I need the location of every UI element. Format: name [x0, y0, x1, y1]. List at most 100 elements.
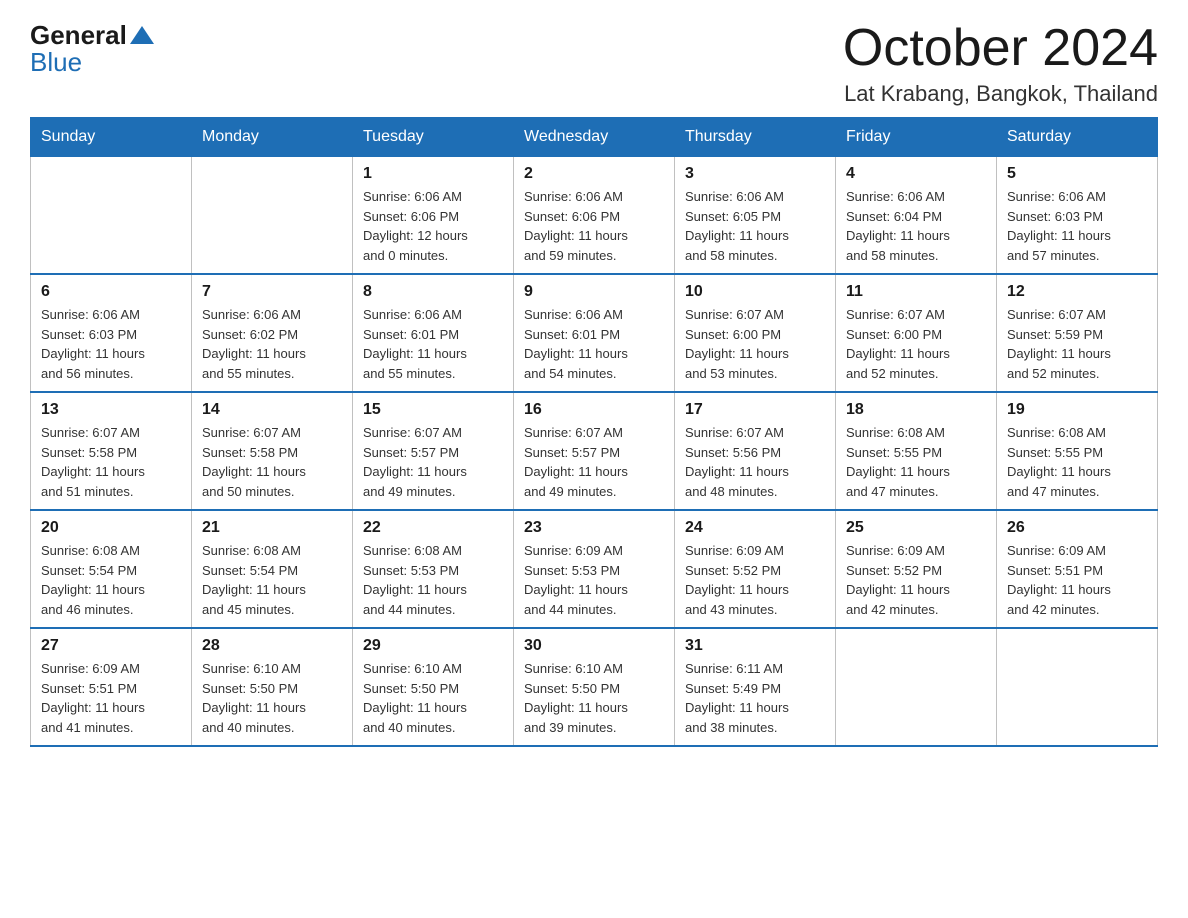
month-title: October 2024	[843, 20, 1158, 77]
day-info: Sunrise: 6:10 AM Sunset: 5:50 PM Dayligh…	[363, 659, 503, 737]
week-row-2: 13 Sunrise: 6:07 AM Sunset: 5:58 PM Dayli…	[31, 392, 1158, 510]
week-row-1: 6Sunrise: 6:06 AM Sunset: 6:03 PM Daylig…	[31, 274, 1158, 392]
day-number: 6	[41, 283, 181, 301]
day-info: Sunrise: 6:08 AM Sunset: 5:54 PM Dayligh…	[202, 541, 342, 619]
day-info: Sunrise: 6:09 AM Sunset: 5:51 PM Dayligh…	[1007, 541, 1147, 619]
day-number: 7	[202, 283, 342, 301]
logo: General Blue	[30, 20, 157, 78]
calendar-cell	[997, 628, 1158, 746]
day-number: 26	[1007, 519, 1147, 537]
day-number: 24	[685, 519, 825, 537]
day-number: 18	[846, 401, 986, 419]
calendar-cell: 4Sunrise: 6:06 AM Sunset: 6:04 PM Daylig…	[836, 157, 997, 275]
day-info: Sunrise: 6:06 AM Sunset: 6:06 PM Dayligh…	[363, 187, 503, 265]
weekday-friday: Friday	[836, 118, 997, 157]
calendar-cell: 6Sunrise: 6:06 AM Sunset: 6:03 PM Daylig…	[31, 274, 192, 392]
day-info: Sunrise: 6:06 AM Sunset: 6:03 PM Dayligh…	[1007, 187, 1147, 265]
day-info: Sunrise: 6:09 AM Sunset: 5:53 PM Dayligh…	[524, 541, 664, 619]
day-number: 4	[846, 165, 986, 183]
day-info: Sunrise: 6:06 AM Sunset: 6:01 PM Dayligh…	[363, 305, 503, 383]
calendar-cell: 22 Sunrise: 6:08 AM Sunset: 5:53 PM Dayli…	[353, 510, 514, 628]
day-info: Sunrise: 6:07 AM Sunset: 6:00 PM Dayligh…	[846, 305, 986, 383]
day-number: 19	[1007, 401, 1147, 419]
day-info: Sunrise: 6:10 AM Sunset: 5:50 PM Dayligh…	[524, 659, 664, 737]
day-info: Sunrise: 6:07 AM Sunset: 5:57 PM Dayligh…	[524, 423, 664, 501]
day-number: 17	[685, 401, 825, 419]
calendar-cell: 1 Sunrise: 6:06 AM Sunset: 6:06 PM Daylig…	[353, 157, 514, 275]
calendar-cell: 29 Sunrise: 6:10 AM Sunset: 5:50 PM Dayli…	[353, 628, 514, 746]
calendar-cell: 11 Sunrise: 6:07 AM Sunset: 6:00 PM Dayli…	[836, 274, 997, 392]
location-title: Lat Krabang, Bangkok, Thailand	[843, 81, 1158, 107]
calendar-cell: 5Sunrise: 6:06 AM Sunset: 6:03 PM Daylig…	[997, 157, 1158, 275]
day-info: Sunrise: 6:08 AM Sunset: 5:54 PM Dayligh…	[41, 541, 181, 619]
day-info: Sunrise: 6:11 AM Sunset: 5:49 PM Dayligh…	[685, 659, 825, 737]
calendar-cell: 30Sunrise: 6:10 AM Sunset: 5:50 PM Dayli…	[514, 628, 675, 746]
day-info: Sunrise: 6:06 AM Sunset: 6:01 PM Dayligh…	[524, 305, 664, 383]
calendar-cell: 3 Sunrise: 6:06 AM Sunset: 6:05 PM Daylig…	[675, 157, 836, 275]
week-row-4: 27Sunrise: 6:09 AM Sunset: 5:51 PM Dayli…	[31, 628, 1158, 746]
title-block: October 2024 Lat Krabang, Bangkok, Thail…	[843, 20, 1158, 107]
day-info: Sunrise: 6:08 AM Sunset: 5:55 PM Dayligh…	[1007, 423, 1147, 501]
day-info: Sunrise: 6:06 AM Sunset: 6:05 PM Dayligh…	[685, 187, 825, 265]
day-info: Sunrise: 6:08 AM Sunset: 5:55 PM Dayligh…	[846, 423, 986, 501]
day-number: 28	[202, 637, 342, 655]
calendar-cell: 23 Sunrise: 6:09 AM Sunset: 5:53 PM Dayli…	[514, 510, 675, 628]
day-number: 14	[202, 401, 342, 419]
day-info: Sunrise: 6:07 AM Sunset: 5:57 PM Dayligh…	[363, 423, 503, 501]
calendar-cell: 24 Sunrise: 6:09 AM Sunset: 5:52 PM Dayli…	[675, 510, 836, 628]
day-info: Sunrise: 6:06 AM Sunset: 6:02 PM Dayligh…	[202, 305, 342, 383]
calendar-cell: 26 Sunrise: 6:09 AM Sunset: 5:51 PM Dayli…	[997, 510, 1158, 628]
day-info: Sunrise: 6:07 AM Sunset: 5:59 PM Dayligh…	[1007, 305, 1147, 383]
day-info: Sunrise: 6:10 AM Sunset: 5:50 PM Dayligh…	[202, 659, 342, 737]
week-row-3: 20Sunrise: 6:08 AM Sunset: 5:54 PM Dayli…	[31, 510, 1158, 628]
calendar-cell: 7 Sunrise: 6:06 AM Sunset: 6:02 PM Daylig…	[192, 274, 353, 392]
day-number: 13	[41, 401, 181, 419]
day-number: 9	[524, 283, 664, 301]
calendar-cell: 25Sunrise: 6:09 AM Sunset: 5:52 PM Dayli…	[836, 510, 997, 628]
day-number: 16	[524, 401, 664, 419]
day-info: Sunrise: 6:09 AM Sunset: 5:52 PM Dayligh…	[846, 541, 986, 619]
calendar-cell: 12 Sunrise: 6:07 AM Sunset: 5:59 PM Dayli…	[997, 274, 1158, 392]
calendar-cell: 27Sunrise: 6:09 AM Sunset: 5:51 PM Dayli…	[31, 628, 192, 746]
day-number: 27	[41, 637, 181, 655]
weekday-monday: Monday	[192, 118, 353, 157]
weekday-thursday: Thursday	[675, 118, 836, 157]
logo-blue-text: Blue	[30, 47, 82, 78]
calendar-cell: 9 Sunrise: 6:06 AM Sunset: 6:01 PM Daylig…	[514, 274, 675, 392]
day-info: Sunrise: 6:07 AM Sunset: 5:58 PM Dayligh…	[41, 423, 181, 501]
weekday-saturday: Saturday	[997, 118, 1158, 157]
day-number: 2	[524, 165, 664, 183]
calendar-cell: 20Sunrise: 6:08 AM Sunset: 5:54 PM Dayli…	[31, 510, 192, 628]
logo-arrow-icon	[128, 22, 156, 50]
calendar-cell: 14 Sunrise: 6:07 AM Sunset: 5:58 PM Dayli…	[192, 392, 353, 510]
day-info: Sunrise: 6:09 AM Sunset: 5:52 PM Dayligh…	[685, 541, 825, 619]
day-number: 31	[685, 637, 825, 655]
calendar-cell: 17 Sunrise: 6:07 AM Sunset: 5:56 PM Dayli…	[675, 392, 836, 510]
calendar-cell: 16 Sunrise: 6:07 AM Sunset: 5:57 PM Dayli…	[514, 392, 675, 510]
day-number: 23	[524, 519, 664, 537]
weekday-wednesday: Wednesday	[514, 118, 675, 157]
day-number: 11	[846, 283, 986, 301]
calendar-cell	[192, 157, 353, 275]
weekday-tuesday: Tuesday	[353, 118, 514, 157]
day-number: 22	[363, 519, 503, 537]
day-number: 12	[1007, 283, 1147, 301]
calendar-cell: 13 Sunrise: 6:07 AM Sunset: 5:58 PM Dayli…	[31, 392, 192, 510]
day-info: Sunrise: 6:06 AM Sunset: 6:06 PM Dayligh…	[524, 187, 664, 265]
day-number: 8	[363, 283, 503, 301]
day-info: Sunrise: 6:08 AM Sunset: 5:53 PM Dayligh…	[363, 541, 503, 619]
calendar-cell: 18 Sunrise: 6:08 AM Sunset: 5:55 PM Dayli…	[836, 392, 997, 510]
day-number: 1	[363, 165, 503, 183]
calendar-cell: 31 Sunrise: 6:11 AM Sunset: 5:49 PM Dayli…	[675, 628, 836, 746]
calendar-cell: 21Sunrise: 6:08 AM Sunset: 5:54 PM Dayli…	[192, 510, 353, 628]
day-info: Sunrise: 6:07 AM Sunset: 5:56 PM Dayligh…	[685, 423, 825, 501]
calendar-cell: 8 Sunrise: 6:06 AM Sunset: 6:01 PM Daylig…	[353, 274, 514, 392]
page-header: General Blue October 2024 Lat Krabang, B…	[30, 20, 1158, 107]
calendar-cell	[31, 157, 192, 275]
day-number: 29	[363, 637, 503, 655]
day-info: Sunrise: 6:07 AM Sunset: 6:00 PM Dayligh…	[685, 305, 825, 383]
calendar-cell: 2 Sunrise: 6:06 AM Sunset: 6:06 PM Daylig…	[514, 157, 675, 275]
day-number: 3	[685, 165, 825, 183]
weekday-sunday: Sunday	[31, 118, 192, 157]
day-info: Sunrise: 6:07 AM Sunset: 5:58 PM Dayligh…	[202, 423, 342, 501]
